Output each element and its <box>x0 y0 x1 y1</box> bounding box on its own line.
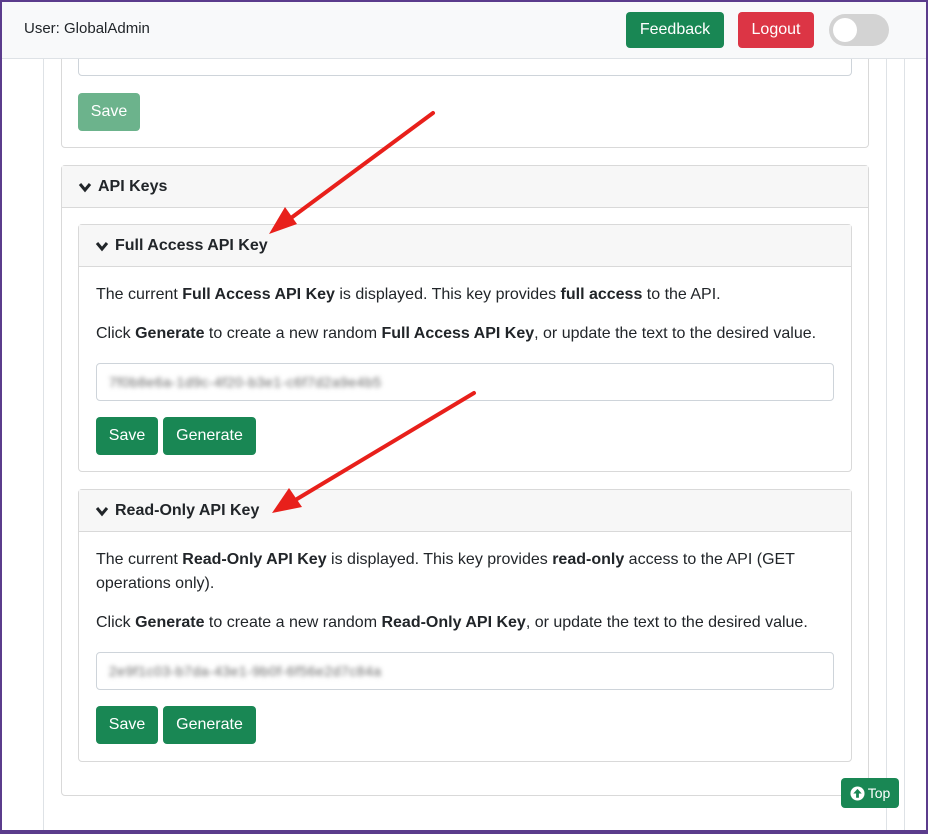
full-access-generate-button[interactable]: Generate <box>163 417 256 455</box>
scroll-area-border <box>904 58 905 834</box>
api-keys-title: API Keys <box>98 177 168 195</box>
chevron-down-icon <box>95 506 109 516</box>
bottom-border <box>0 830 928 834</box>
top-navbar: User: GlobalAdmin Feedback Logout <box>2 2 926 59</box>
read-only-header[interactable]: Read-Only API Key <box>79 490 851 532</box>
arrow-up-circle-icon <box>850 785 865 801</box>
read-only-generate-button[interactable]: Generate <box>163 706 256 744</box>
full-access-key-value: 7f0b8e6a-1d9c-4f20-b3e1-c6f7d2a9e4b5 <box>109 374 382 390</box>
container-right-border <box>886 58 887 834</box>
full-access-title: Full Access API Key <box>115 236 268 254</box>
full-access-description: The current Full Access API Key is displ… <box>96 286 721 303</box>
previous-save-button[interactable]: Save <box>78 93 140 131</box>
logout-button[interactable]: Logout <box>738 12 814 48</box>
read-only-title: Read-Only API Key <box>115 501 260 519</box>
read-only-key-input[interactable]: 2e9f1c03-b7da-43e1-9b0f-6f56e2d7c84a <box>96 652 834 690</box>
read-only-key-value: 2e9f1c03-b7da-43e1-9b0f-6f56e2d7c84a <box>109 663 382 679</box>
full-access-save-button[interactable]: Save <box>96 417 158 455</box>
read-only-instructions: Click Generate to create a new random Re… <box>96 614 808 631</box>
container-left-border <box>43 58 44 834</box>
feedback-button[interactable]: Feedback <box>626 12 724 48</box>
full-access-instructions: Click Generate to create a new random Fu… <box>96 325 817 342</box>
api-keys-header[interactable]: API Keys <box>62 166 868 208</box>
full-access-key-input[interactable]: 7f0b8e6a-1d9c-4f20-b3e1-c6f7d2a9e4b5 <box>96 363 834 401</box>
user-label: User: GlobalAdmin <box>24 20 150 37</box>
full-access-header[interactable]: Full Access API Key <box>79 225 851 267</box>
theme-toggle[interactable] <box>829 14 889 46</box>
top-button-label: Top <box>867 785 891 801</box>
toggle-knob <box>833 18 857 42</box>
chevron-down-icon <box>95 241 109 251</box>
read-only-save-button[interactable]: Save <box>96 706 158 744</box>
scroll-top-button[interactable]: Top <box>841 778 899 808</box>
read-only-description: The current Read-Only API Key is display… <box>96 551 795 592</box>
chevron-down-icon <box>78 182 92 192</box>
